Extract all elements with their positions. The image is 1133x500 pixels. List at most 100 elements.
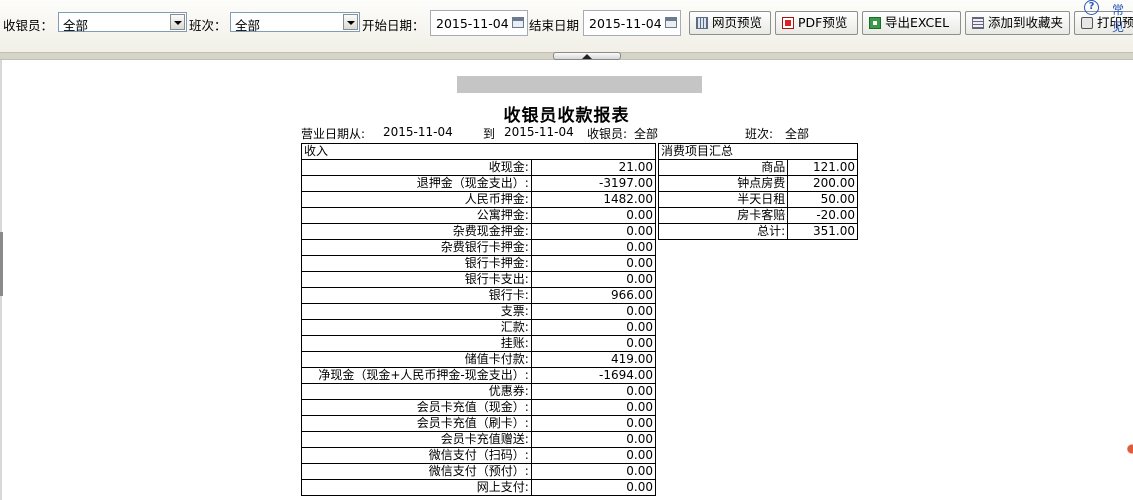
help-link[interactable]: 常见 — [1112, 1, 1133, 35]
row-value: -3197.00 — [530, 175, 657, 192]
side-widget-icon[interactable] — [1122, 438, 1133, 460]
row-value: 351.00 — [787, 223, 858, 240]
row-label: 微信支付（扫码）: — [301, 447, 532, 464]
start-date-input[interactable]: 2015-11-04 — [430, 10, 528, 36]
row-label: 杂费银行卡押金: — [301, 239, 532, 256]
table-row: 会员卡充值赠送: 0.00 — [301, 431, 657, 448]
row-label: 杂费现金押金: — [301, 223, 532, 240]
pdf-preview-label: PDF预览 — [798, 15, 848, 30]
start-date-value: 2015-11-04 — [436, 16, 509, 31]
web-preview-button[interactable]: 网页预览 — [689, 11, 771, 35]
row-label: 优惠券: — [301, 383, 532, 400]
excel-icon — [869, 17, 881, 29]
pdf-preview-button[interactable]: PDF预览 — [775, 11, 858, 35]
row-label: 会员卡充值（现金）: — [301, 399, 532, 416]
cashier-select-value: 全部 — [63, 18, 89, 33]
table-row: 杂费银行卡押金: 0.00 — [301, 239, 657, 256]
row-label: 会员卡充值（刷卡）: — [301, 415, 532, 432]
chevron-down-icon[interactable] — [170, 14, 185, 30]
report-shift-value: 全部 — [785, 127, 810, 141]
row-value: 0.00 — [530, 207, 657, 224]
row-value: 0.00 — [530, 303, 657, 320]
row-label: 微信支付（预付）: — [301, 463, 532, 480]
row-value: 121.00 — [787, 159, 858, 176]
export-excel-button[interactable]: 导出EXCEL — [862, 11, 961, 35]
row-value: 0.00 — [530, 335, 657, 352]
table-row: 微信支付（预付）: 0.00 — [301, 463, 657, 480]
web-preview-label: 网页预览 — [712, 15, 763, 30]
date-from-label: 营业日期从: — [301, 127, 366, 141]
row-value: 0.00 — [530, 415, 657, 432]
export-excel-label: 导出EXCEL — [885, 15, 950, 30]
row-value: 0.00 — [530, 431, 657, 448]
collapse-toolbar-handle[interactable] — [553, 52, 621, 60]
row-label: 储值卡付款: — [301, 351, 532, 368]
calendar-icon[interactable] — [665, 17, 677, 28]
row-label: 退押金（现金支出）: — [301, 175, 532, 192]
row-value: 0.00 — [530, 223, 657, 240]
date-from-value: 2015-11-04 — [383, 125, 453, 139]
table-row: 钟点房费 200.00 — [657, 175, 858, 192]
cashier-select[interactable]: 全部 — [58, 12, 187, 33]
row-value: 0.00 — [530, 239, 657, 256]
chevron-down-icon[interactable] — [343, 14, 358, 30]
calendar-icon[interactable] — [512, 17, 524, 28]
consumption-table: 消费项目汇总 商品 121.00 钟点房费 200.00 半天日租 50.00 房卡客赔 -2… — [657, 143, 858, 240]
row-label: 银行卡押金: — [301, 255, 532, 272]
report-title: 收银员收款报表 — [503, 106, 630, 126]
add-favorite-button[interactable]: 添加到收藏夹 — [965, 11, 1070, 35]
end-date-input[interactable]: 2015-11-04 — [583, 10, 681, 36]
row-value: 419.00 — [530, 351, 657, 368]
row-value: -20.00 — [787, 207, 858, 224]
start-date-label: 开始日期： — [362, 18, 425, 33]
row-label: 银行卡支出: — [301, 271, 532, 288]
row-value: 1482.00 — [530, 191, 657, 208]
row-label: 网上支付: — [301, 479, 532, 496]
shift-select[interactable]: 全部 — [230, 12, 360, 33]
row-label: 人民币押金: — [301, 191, 532, 208]
table-row: 房卡客赔 -20.00 — [657, 207, 858, 224]
printer-icon — [1081, 17, 1093, 29]
table-row: 公寓押金: 0.00 — [301, 207, 657, 224]
table-row: 会员卡充值（刷卡）: 0.00 — [301, 415, 657, 432]
shift-select-value: 全部 — [235, 18, 261, 33]
row-label: 商品 — [657, 159, 789, 176]
table-row: 银行卡支出: 0.00 — [301, 271, 657, 288]
table-row: 挂账: 0.00 — [301, 335, 657, 352]
table-row: 微信支付（扫码）: 0.00 — [301, 447, 657, 464]
row-value: 200.00 — [787, 175, 858, 192]
row-label: 半天日租 — [657, 191, 789, 208]
add-favorite-label: 添加到收藏夹 — [988, 15, 1064, 30]
table-row: 储值卡付款: 419.00 — [301, 351, 657, 368]
toolbar: 收银员： 全部 班次： 全部 开始日期： 2015-11-04 结束日期 201… — [0, 0, 1133, 52]
help-icon[interactable]: ? — [1084, 0, 1099, 15]
table-row: 总计: 351.00 — [657, 223, 858, 240]
row-value: 0.00 — [530, 319, 657, 336]
report-shift-label: 班次: — [745, 127, 774, 141]
row-value: 0.00 — [530, 255, 657, 272]
row-value: 21.00 — [530, 159, 657, 176]
table-row: 杂费现金押金: 0.00 — [301, 223, 657, 240]
left-scroll-handle[interactable] — [0, 232, 3, 296]
table-row: 商品 121.00 — [657, 159, 858, 176]
row-value: 0.00 — [530, 383, 657, 400]
row-value: 50.00 — [787, 191, 858, 208]
report-cashier-label: 收银员: — [587, 127, 628, 141]
table-row: 优惠券: 0.00 — [301, 383, 657, 400]
table-row: 银行卡押金: 0.00 — [301, 255, 657, 272]
date-to-value: 2015-11-04 — [504, 125, 574, 139]
table-row: 人民币押金: 1482.00 — [301, 191, 657, 208]
row-value: 966.00 — [530, 287, 657, 304]
row-label: 挂账: — [301, 335, 532, 352]
row-value: -1694.00 — [530, 367, 657, 384]
row-label: 净现金（现金+人民币押金-现金支出）: — [301, 367, 532, 384]
table-row: 网上支付: 0.00 — [301, 479, 657, 496]
pdf-icon — [782, 17, 794, 29]
row-label: 总计: — [657, 223, 789, 240]
row-value: 0.00 — [530, 479, 657, 496]
row-label: 会员卡充值赠送: — [301, 431, 532, 448]
shift-label: 班次： — [189, 18, 227, 33]
row-label: 银行卡: — [301, 287, 532, 304]
row-label: 收现金: — [301, 159, 532, 176]
consumption-header: 消费项目汇总 — [658, 143, 858, 160]
